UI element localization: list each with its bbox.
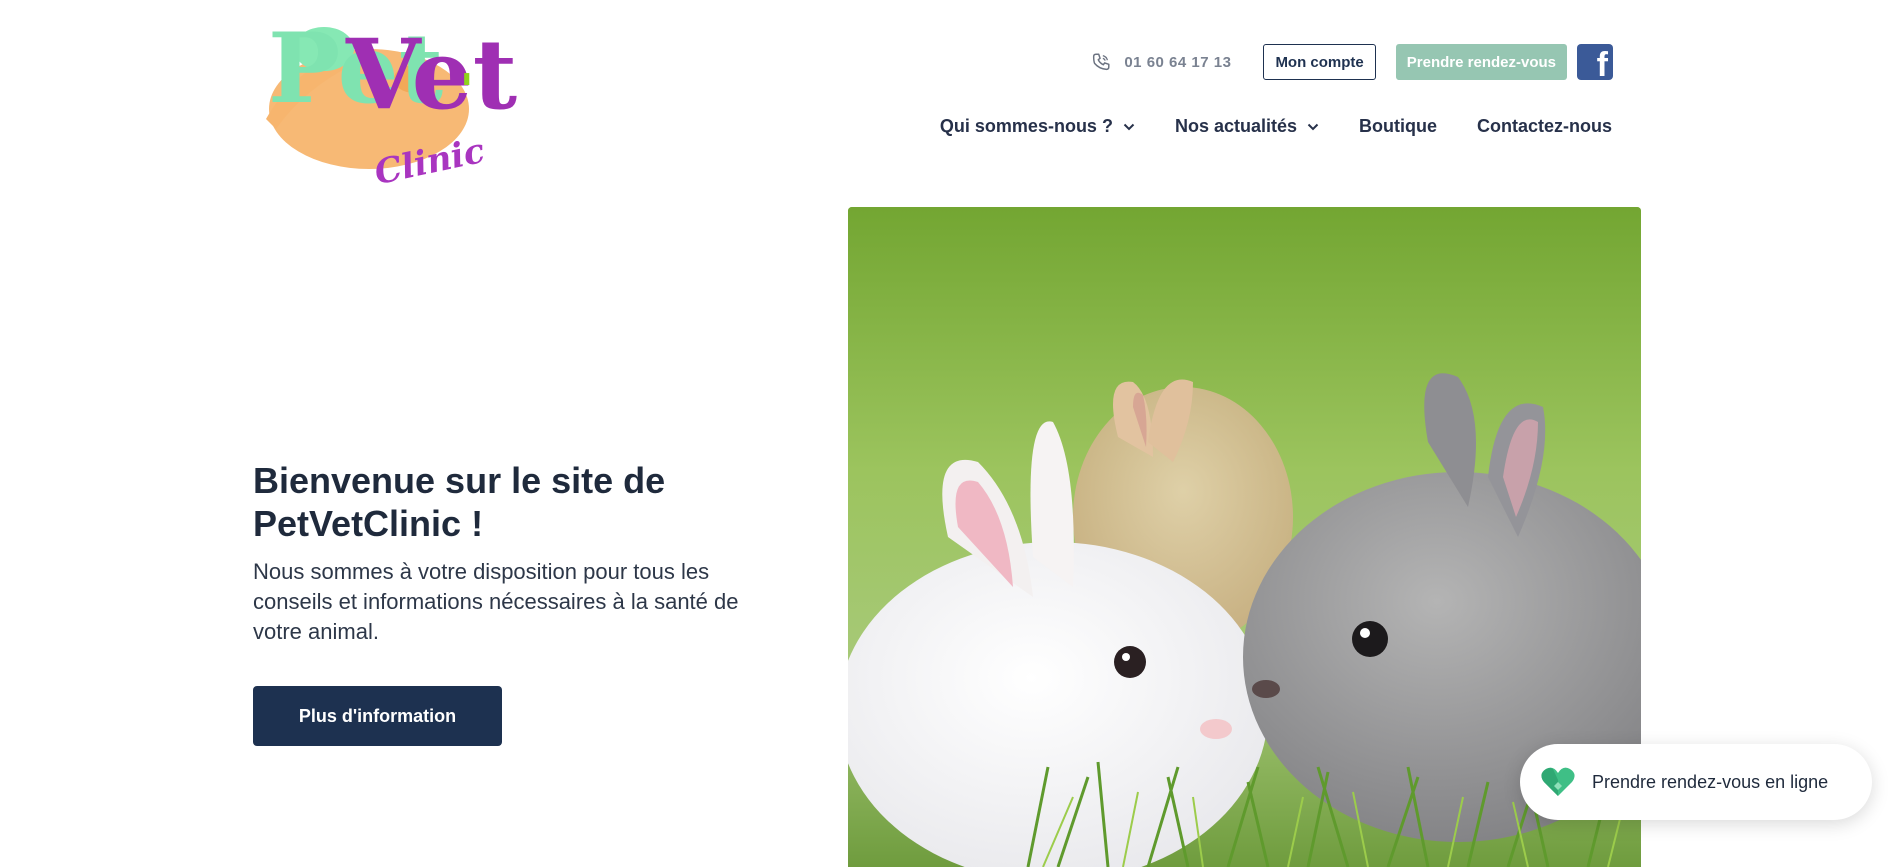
top-bar: 01 60 64 17 13 Mon compte Prendre rendez…	[1090, 44, 1613, 80]
nav-item-label: Contactez-nous	[1477, 116, 1612, 136]
facebook-icon[interactable]: f	[1577, 44, 1613, 80]
chevron-down-icon	[1123, 123, 1135, 130]
heart-icon	[1541, 767, 1575, 796]
more-information-button[interactable]: Plus d'information	[253, 686, 502, 746]
logo[interactable]: Pet Vet ' Clinic	[254, 9, 517, 199]
nav-item-contact[interactable]: Contactez-nous	[1477, 116, 1612, 137]
hero-title: Bienvenue sur le site de PetVetClinic !	[253, 460, 666, 544]
book-appointment-button[interactable]: Prendre rendez-vous	[1395, 44, 1567, 80]
phone-contact[interactable]: 01 60 64 17 13	[1090, 51, 1231, 73]
nav-item-label: Qui sommes-nous ?	[939, 116, 1113, 136]
logo-vet: Vet	[346, 18, 518, 131]
chevron-down-icon	[1307, 123, 1319, 130]
nav-item-label: Boutique	[1359, 116, 1437, 136]
nav-item-shop[interactable]: Boutique	[1359, 116, 1437, 137]
logo-apostrophe: '	[460, 65, 474, 116]
widget-label: Prendre rendez-vous en ligne	[1592, 771, 1829, 792]
main-nav: Qui sommes-nous ? Nos actualités Boutiqu…	[940, 116, 1612, 137]
my-account-button[interactable]: Mon compte	[1263, 44, 1376, 80]
nav-item-label: Nos actualités	[1174, 116, 1297, 136]
hero-subtitle: Nous sommes à votre disposition pour tou…	[253, 559, 739, 644]
nav-item-about[interactable]: Qui sommes-nous ?	[940, 116, 1135, 137]
nav-item-news[interactable]: Nos actualités	[1175, 116, 1319, 137]
online-appointment-widget[interactable]: Prendre rendez-vous en ligne	[1520, 744, 1872, 820]
phone-number: 01 60 64 17 13	[1124, 53, 1232, 71]
phone-icon	[1093, 53, 1110, 71]
